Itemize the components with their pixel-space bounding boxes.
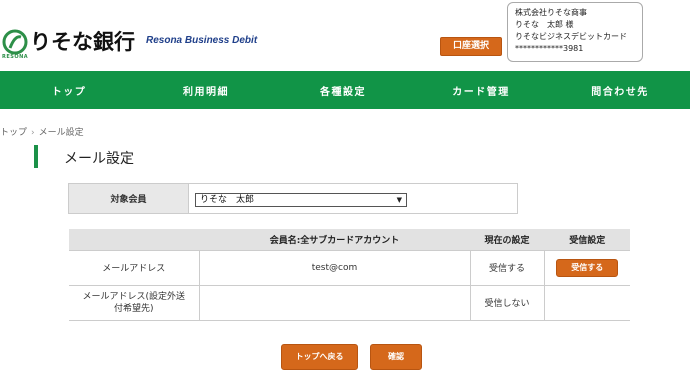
table-header-receive-setting: 受信設定 (543, 229, 630, 251)
table-row: メールアドレス(設定外送 付希望先) 受信しない (69, 285, 630, 321)
breadcrumb-separator-icon: › (31, 128, 35, 138)
row-label: メールアドレス (69, 250, 199, 286)
member-select-cell: りそな 太郎 ▼ (189, 184, 517, 213)
page-title: メール設定 (64, 151, 134, 167)
receive-button[interactable]: 受信する (556, 258, 619, 277)
user-info-box: 株式会社りそな商事 りそな 太郎 様 りそなビジネスデビットカード ******… (507, 2, 643, 62)
resona-logo[interactable]: RESONA りそな銀行 (2, 29, 135, 60)
member-select-dropdown[interactable]: りそな 太郎 ▼ (195, 193, 407, 207)
user-name: りそな 太郎 様 (515, 20, 574, 29)
breadcrumb: トップ › メール設定 (0, 125, 84, 138)
confirm-button[interactable]: 確認 (370, 344, 422, 370)
receive-setting-cell: 受信する (543, 250, 630, 286)
email-value: test@com (198, 250, 470, 286)
receive-setting-cell (543, 285, 630, 321)
table-header-row: 会員名:全サブカードアカウント 現在の設定 受信設定 (69, 229, 630, 251)
company-name: 株式会社りそな商事 (515, 8, 587, 17)
member-selected-value: りそな 太郎 (200, 195, 255, 205)
breadcrumb-home-link[interactable]: トップ (0, 128, 27, 138)
back-to-top-button[interactable]: トップへ戻る (281, 344, 358, 370)
table-header-current-setting: 現在の設定 (469, 229, 544, 251)
table-header-empty (69, 229, 199, 251)
nav-item-statements[interactable]: 利用明細 (138, 71, 274, 109)
member-select-row: 対象会員 りそな 太郎 ▼ (68, 183, 518, 214)
bank-name: りそな銀行 (30, 30, 135, 54)
card-name: りそなビジネスデビットカード (515, 32, 627, 41)
table-header-member: 会員名:全サブカードアカウント (198, 229, 470, 251)
page: RESONA りそな銀行 Resona Business Debit 口座選択 … (0, 0, 690, 381)
current-status: 受信しない (469, 285, 544, 321)
nav-item-contact[interactable]: 問合わせ先 (550, 71, 690, 109)
product-name: Resona Business Debit (146, 35, 258, 46)
nav-item-settings[interactable]: 各種設定 (274, 71, 412, 109)
row-label: メールアドレス(設定外送 付希望先) (69, 285, 199, 321)
table-row: メールアドレス test@com 受信する 受信する (69, 250, 630, 286)
member-select-label: 対象会員 (69, 184, 189, 213)
row-label-line2: 付希望先) (113, 303, 154, 314)
nav-item-card-management[interactable]: カード管理 (412, 71, 550, 109)
card-number: ************3981 (515, 44, 584, 53)
main-nav: トップ 利用明細 各種設定 カード管理 問合わせ先 (0, 71, 690, 109)
dropdown-arrow-icon: ▼ (396, 196, 402, 204)
account-select-button[interactable]: 口座選択 (440, 37, 502, 56)
email-value (198, 285, 470, 321)
current-status: 受信する (469, 250, 544, 286)
logo-sub-text: RESONA (2, 54, 29, 60)
page-title-accent (34, 145, 38, 168)
mail-settings-table: 会員名:全サブカードアカウント 現在の設定 受信設定 メールアドレス test@… (69, 229, 630, 321)
row-label-line1: メールアドレス(設定外送 (82, 291, 185, 302)
breadcrumb-current: メール設定 (38, 128, 84, 138)
nav-item-top[interactable]: トップ (0, 71, 138, 109)
resona-logo-mark-icon: RESONA (2, 29, 29, 60)
